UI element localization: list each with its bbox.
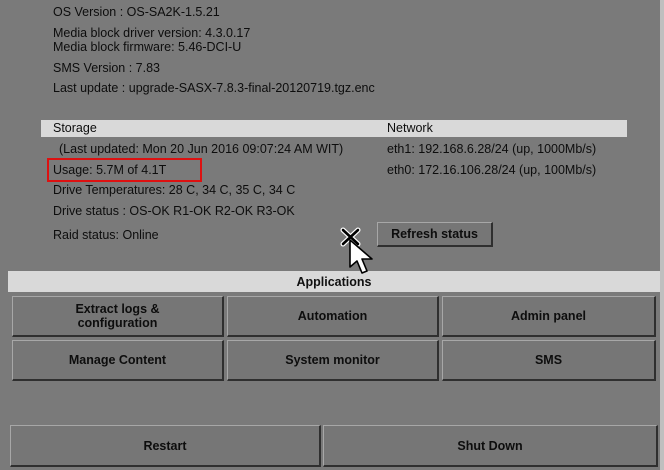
status-panel: OS Version : OS-SA2K-1.5.21 Media block …	[0, 0, 661, 470]
arrow-cursor-icon	[349, 239, 373, 274]
media-block-firmware: Media block firmware: 5.46-DCI-U	[53, 40, 242, 54]
last-update: Last update : upgrade-SASX-7.8.3-final-2…	[53, 81, 375, 95]
storage-header: Storage	[53, 121, 97, 135]
storage-usage: Usage: 5.7M of 4.1T	[53, 163, 167, 177]
media-block-driver-version: Media block driver version: 4.3.0.17	[53, 26, 251, 40]
refresh-status-button[interactable]: Refresh status	[377, 222, 493, 247]
shut-down-button[interactable]: Shut Down	[323, 425, 658, 467]
applications-header: Applications	[8, 271, 660, 292]
eth1-status: eth1: 192.168.6.28/24 (up, 1000Mb/s)	[387, 142, 597, 156]
manage-content-button[interactable]: Manage Content	[12, 340, 224, 381]
network-header: Network	[387, 121, 433, 135]
sms-version: SMS Version : 7.83	[53, 61, 161, 75]
os-version: OS Version : OS-SA2K-1.5.21	[53, 5, 220, 19]
extract-logs-button[interactable]: Extract logs & configuration	[12, 296, 224, 337]
automation-button[interactable]: Automation	[227, 296, 439, 337]
system-monitor-button[interactable]: System monitor	[227, 340, 439, 381]
admin-panel-button[interactable]: Admin panel	[442, 296, 656, 337]
sms-button[interactable]: SMS	[442, 340, 656, 381]
raid-status: Raid status: Online	[53, 228, 159, 242]
eth0-status: eth0: 172.16.106.28/24 (up, 100Mb/s)	[387, 163, 597, 177]
drive-status: Drive status : OS-OK R1-OK R2-OK R3-OK	[53, 204, 295, 218]
restart-button[interactable]: Restart	[10, 425, 321, 467]
window-edge	[660, 0, 664, 470]
storage-network-header-bar: Storage Network	[41, 120, 627, 137]
drive-temperatures: Drive Temperatures: 28 C, 34 C, 35 C, 34…	[53, 183, 296, 197]
storage-last-updated: (Last updated: Mon 20 Jun 2016 09:07:24 …	[59, 142, 344, 156]
